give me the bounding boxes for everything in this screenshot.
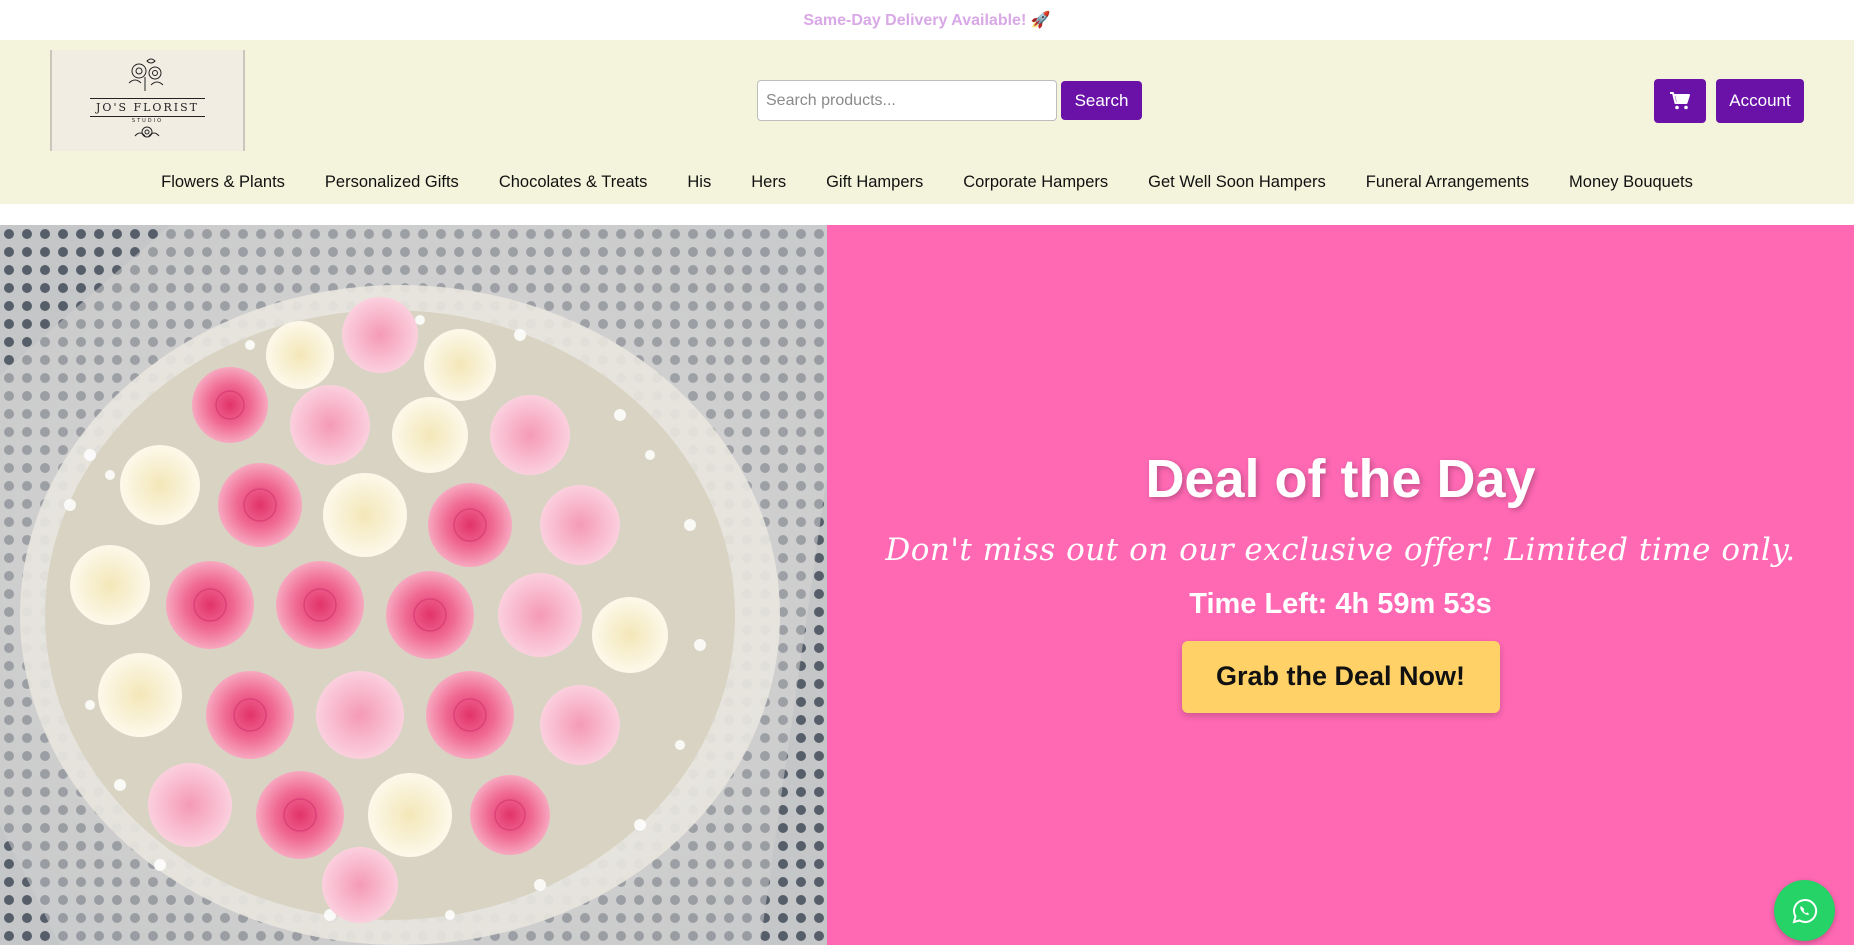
deal-title: Deal of the Day	[1145, 448, 1536, 509]
flower-logo-bottom-icon	[135, 126, 160, 137]
rose-bouquet-image	[0, 225, 827, 945]
deal-hero: Deal of the Day Don't miss out on our ex…	[0, 225, 1854, 945]
whatsapp-icon	[1792, 898, 1817, 923]
nav-item-personalized-gifts[interactable]: Personalized Gifts	[325, 173, 459, 192]
cart-icon	[1670, 92, 1690, 110]
announcement-bar: Same-Day Delivery Available! 🚀	[0, 0, 1854, 40]
cart-button[interactable]	[1654, 79, 1706, 123]
flower-logo-icon	[129, 58, 164, 91]
search-input[interactable]	[757, 80, 1057, 121]
main-nav: Flowers & Plants Personalized Gifts Choc…	[0, 173, 1854, 192]
nav-item-funeral-arrangements[interactable]: Funeral Arrangements	[1366, 173, 1529, 192]
logo-name: JO'S FLORIST	[90, 97, 205, 117]
grab-deal-button[interactable]: Grab the Deal Now!	[1181, 640, 1500, 713]
nav-item-his[interactable]: His	[687, 173, 711, 192]
nav-item-hers[interactable]: Hers	[751, 173, 786, 192]
nav-item-corporate-hampers[interactable]: Corporate Hampers	[963, 173, 1108, 192]
site-header: JO'S FLORIST STUDIO Search Account Flow	[0, 40, 1854, 204]
nav-item-gift-hampers[interactable]: Gift Hampers	[826, 173, 923, 192]
whatsapp-chat-button[interactable]	[1774, 880, 1835, 941]
announcement-text: Same-Day Delivery Available! 🚀	[803, 12, 1051, 29]
nav-item-chocolates-treats[interactable]: Chocolates & Treats	[499, 173, 648, 192]
nav-item-money-bouquets[interactable]: Money Bouquets	[1569, 173, 1693, 192]
nav-item-flowers-plants[interactable]: Flowers & Plants	[161, 173, 285, 192]
nav-item-get-well-soon-hampers[interactable]: Get Well Soon Hampers	[1148, 173, 1326, 192]
deal-panel: Deal of the Day Don't miss out on our ex…	[827, 225, 1854, 945]
deal-countdown-timer: Time Left: 4h 59m 53s	[1189, 587, 1492, 620]
search-bar: Search	[757, 80, 1142, 121]
account-button[interactable]: Account	[1716, 79, 1804, 123]
deal-subtitle: Don't miss out on our exclusive offer! L…	[885, 531, 1796, 568]
site-logo[interactable]: JO'S FLORIST STUDIO	[50, 50, 245, 151]
header-spacer	[0, 204, 1854, 225]
search-button[interactable]: Search	[1061, 81, 1142, 120]
